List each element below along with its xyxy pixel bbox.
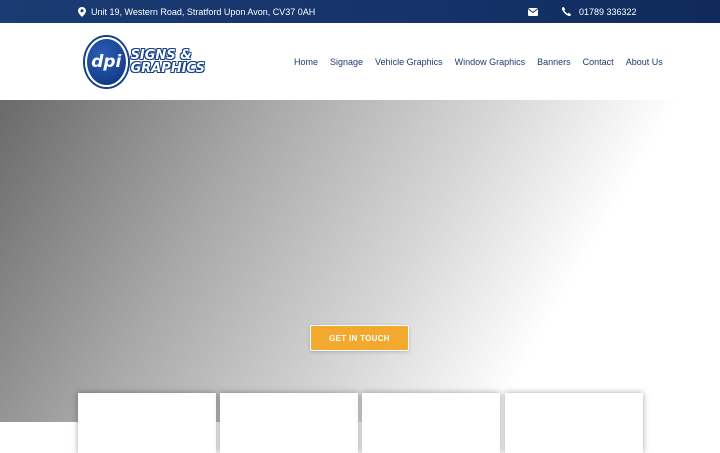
service-card-4[interactable] [505,393,643,453]
nav-item-home[interactable]: Home [294,57,318,67]
phone-link[interactable]: 01789 336322 [562,0,637,23]
nav-item-about-us[interactable]: About Us [626,57,663,67]
envelope-icon [528,7,538,16]
main-nav: Home Signage Vehicle Graphics Window Gra… [294,23,663,100]
hero-title: SIG [672,172,720,205]
address-block: Unit 19, Western Road, Stratford Upon Av… [78,0,315,23]
service-card-2[interactable] [220,393,358,453]
phone-icon [562,7,571,16]
nav-item-vehicle-graphics[interactable]: Vehicle Graphics [375,57,443,67]
top-bar: Unit 19, Western Road, Stratford Upon Av… [0,0,720,23]
nav-item-signage[interactable]: Signage [330,57,363,67]
hero-banner: SIG GET IN TOUCH [0,100,720,422]
phone-number: 01789 336322 [579,6,637,17]
site-header: dpi SIGNS & GRAPHICS Home Signage Vehicl… [0,23,720,100]
nav-item-banners[interactable]: Banners [537,57,571,67]
email-link[interactable] [528,0,538,23]
nav-item-window-graphics[interactable]: Window Graphics [455,57,526,67]
address-text: Unit 19, Western Road, Stratford Upon Av… [91,6,316,17]
map-pin-icon [78,6,86,17]
service-card-3[interactable] [362,393,500,453]
service-card-1[interactable] [78,393,216,453]
get-in-touch-button[interactable]: GET IN TOUCH [310,325,409,351]
logo-mark: dpi [85,37,128,87]
logo-wordmark: SIGNS & GRAPHICS [131,49,205,75]
logo-line-2: GRAPHICS [130,61,205,76]
site-logo[interactable]: dpi SIGNS & GRAPHICS [85,37,205,87]
nav-item-contact[interactable]: Contact [583,57,614,67]
